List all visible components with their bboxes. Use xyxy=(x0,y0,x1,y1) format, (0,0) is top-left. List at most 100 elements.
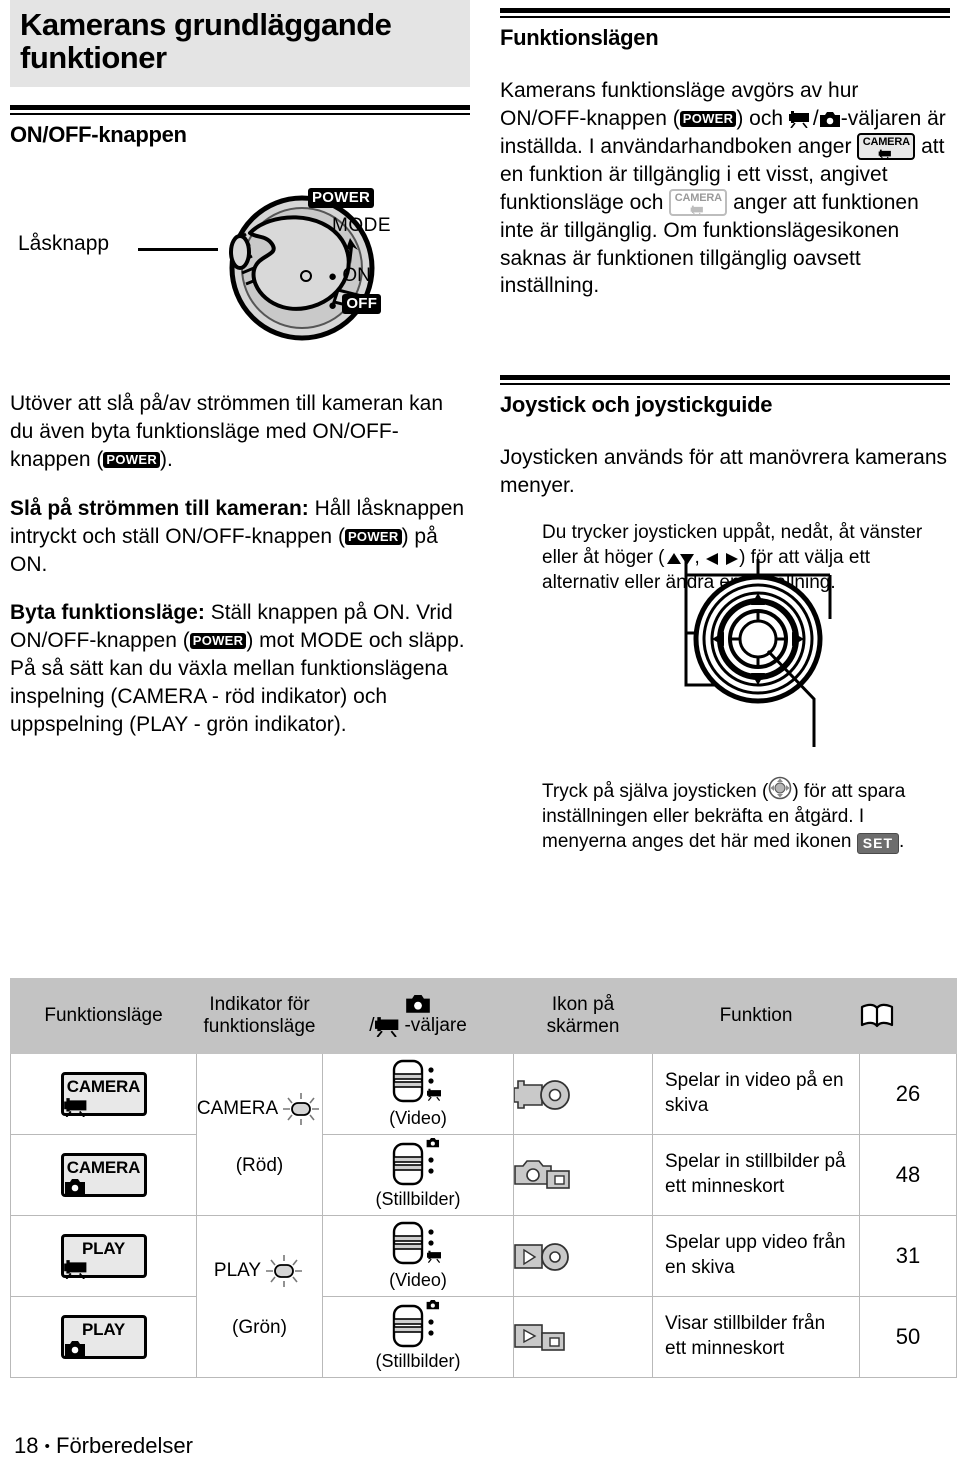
callout-leader-line xyxy=(138,247,218,251)
col-header-function: Funktion xyxy=(652,978,860,1054)
selector-video-graphic: (Video) xyxy=(323,1057,513,1130)
power-key-badge-3: POWER xyxy=(189,633,247,650)
camera-video-mode-chip: CAMERA xyxy=(60,1072,147,1117)
indicator-color-camera: (Röd) xyxy=(235,1155,284,1177)
dial-illustration: Låsknapp POWER MODE ● ON ● OFF xyxy=(10,170,470,348)
dial-callout-label: Låsknapp xyxy=(18,231,110,255)
cell-mode-3: PLAY xyxy=(10,1215,197,1297)
camera-still-mode-chip: CAMERA xyxy=(60,1153,147,1197)
paragraph-change-mode: Byta funktionsläge: Ställ knappen på ON.… xyxy=(10,599,470,739)
table-row: PLAY (Stillbilder) Visar stillbilder frå… xyxy=(10,1296,957,1378)
indicator-name-camera: CAMERA xyxy=(196,1097,279,1119)
cell-function-3: Spelar upp video från en skiva xyxy=(652,1215,860,1297)
chapter-title-box: Kamerans grundläggande funktioner xyxy=(10,0,470,87)
power-key-badge-1: POWER xyxy=(103,451,161,468)
video-record-disc-icon xyxy=(514,1076,652,1112)
dial-power-label-badge: POWER xyxy=(308,187,375,209)
joystick-illustration-block: Du trycker joysticken uppåt, nedåt, åt v… xyxy=(500,521,950,748)
cell-mode-2: CAMERA xyxy=(10,1134,197,1216)
cell-selector-3: (Video) xyxy=(322,1215,514,1297)
left-column: Kamerans grundläggande funktioner ON/OFF… xyxy=(10,0,470,760)
para2-bold-lead: Slå på strömmen till kameran: xyxy=(10,496,309,520)
selector-label-2: (Stillbilder) xyxy=(375,1189,461,1210)
para3-bold-lead: Byta funktionsläge: xyxy=(10,601,205,625)
selector-still-graphic-2: (Stillbilder) xyxy=(323,1300,513,1373)
indicator-name-play: PLAY xyxy=(213,1259,262,1281)
play-still-mode-chip: PLAY xyxy=(60,1315,147,1359)
lamp-icon xyxy=(280,1090,322,1128)
paragraph-joystick-press: Tryck på själva joysticken () för att sp… xyxy=(542,776,942,854)
selector-still-graphic: (Stillbilder) xyxy=(323,1138,513,1211)
paragraph-turn-on: Slå på strömmen till kameran: Håll låskn… xyxy=(10,495,470,579)
cell-page-4: 50 xyxy=(859,1296,957,1378)
book-icon xyxy=(860,1003,956,1029)
set-key-badge: SET xyxy=(856,832,899,854)
table-head: Funktionsläge Indikator för funktionsläg… xyxy=(10,978,957,1054)
section-rule xyxy=(10,104,470,115)
joystick-graphic xyxy=(684,559,832,748)
cell-function-1: Spelar in video på en skiva xyxy=(652,1053,860,1135)
cell-page-3: 31 xyxy=(859,1215,957,1297)
table-header-row: Funktionsläge Indikator för funktionsläg… xyxy=(10,978,957,1054)
camera-mode-chip-unavailable: CAMERA xyxy=(669,188,728,216)
power-key-badge-4: POWER xyxy=(679,110,737,127)
joystick-press-icon xyxy=(768,776,792,800)
table-row: CAMERA CAMERA (Röd) (Video) Spelar in vi… xyxy=(10,1053,957,1216)
modes-text-2: ) och xyxy=(736,106,789,130)
footer-separator: • xyxy=(44,1438,50,1455)
cell-indicator-camera: CAMERA (Röd) xyxy=(196,1053,323,1216)
manual-page: Kamerans grundläggande funktioner ON/OFF… xyxy=(0,0,960,1477)
selector-video-graphic-2: (Video) xyxy=(323,1219,513,1292)
cell-selector-2: (Stillbilder) xyxy=(322,1134,514,1216)
para1-text-a: Utöver att slå på/av strömmen till kamer… xyxy=(10,391,444,471)
footer-section-name: Förberedelser xyxy=(56,1433,193,1458)
cell-screen-icon-3 xyxy=(513,1215,653,1297)
page-footer: 18 • Förberedelser xyxy=(14,1433,193,1459)
para1-text-b: ). xyxy=(160,447,173,471)
mode-reference-table: Funktionsläge Indikator för funktionsläg… xyxy=(10,978,957,1378)
col-header-mode: Funktionsläge xyxy=(10,978,197,1054)
cell-function-2: Spelar in stillbilder på ett minneskort xyxy=(652,1134,860,1216)
dial-mode-arrow-icon xyxy=(345,237,358,264)
section-rule-joystick xyxy=(500,375,950,386)
dial-off-label: ● OFF xyxy=(328,293,382,316)
indicator-lamp-camera: CAMERA xyxy=(197,1090,322,1128)
cell-screen-icon-4 xyxy=(513,1296,653,1378)
col-header-screen-icon: Ikon på skärmen xyxy=(513,978,653,1054)
cell-indicator-play: PLAY (Grön) xyxy=(196,1215,323,1378)
selector-label-3: (Video) xyxy=(389,1270,447,1291)
camera-mode-chip-available: CAMERA xyxy=(857,132,916,160)
video-camera-icon xyxy=(375,1016,403,1037)
cell-function-4: Visar stillbilder från ett minneskort xyxy=(652,1296,860,1378)
paragraph-joystick-intro: Joysticken används för att manövrera kam… xyxy=(500,446,948,498)
video-camera-icon xyxy=(788,110,813,128)
indicator-lamp-play: PLAY xyxy=(197,1252,322,1290)
indicator-color-play: (Grön) xyxy=(232,1317,287,1339)
right-column: Funktionslägen Kamerans funktionsläge av… xyxy=(500,0,950,854)
video-play-disc-icon xyxy=(514,1238,652,1274)
table-row: CAMERA (Stillbilder) Spelar in stillbild… xyxy=(10,1134,957,1216)
dial-mode-label: MODE xyxy=(332,214,391,236)
cell-page-1: 26 xyxy=(859,1053,957,1135)
still-camera-icon xyxy=(819,111,841,128)
cell-selector-1: (Video) xyxy=(322,1053,514,1135)
cell-mode-1: CAMERA xyxy=(10,1053,197,1135)
still-record-card-icon xyxy=(514,1157,652,1193)
page-title: Kamerans grundläggande funktioner xyxy=(20,7,392,76)
power-key-badge-2: POWER xyxy=(344,528,402,545)
cell-screen-icon-2 xyxy=(513,1134,653,1216)
cell-selector-4: (Stillbilder) xyxy=(322,1296,514,1378)
dial-on-label: ● ON xyxy=(328,264,371,286)
col-header-selector: / -väljare xyxy=(322,978,514,1054)
paragraph-power-usage: Utöver att slå på/av strömmen till kamer… xyxy=(10,390,470,474)
paragraph-modes: Kamerans funktionsläge avgörs av hur ON/… xyxy=(500,79,946,298)
footer-page-number: 18 xyxy=(14,1433,39,1458)
cell-screen-icon-1 xyxy=(513,1053,653,1135)
cell-page-2: 48 xyxy=(859,1134,957,1216)
section-heading-joystick: Joystick och joystickguide xyxy=(500,392,773,418)
selector-label-1: (Video) xyxy=(389,1108,447,1129)
table-body: CAMERA CAMERA (Röd) (Video) Spelar in vi… xyxy=(10,1053,957,1378)
play-video-mode-chip: PLAY xyxy=(60,1234,147,1279)
still-camera-icon xyxy=(405,995,431,1014)
lamp-icon xyxy=(263,1252,305,1290)
